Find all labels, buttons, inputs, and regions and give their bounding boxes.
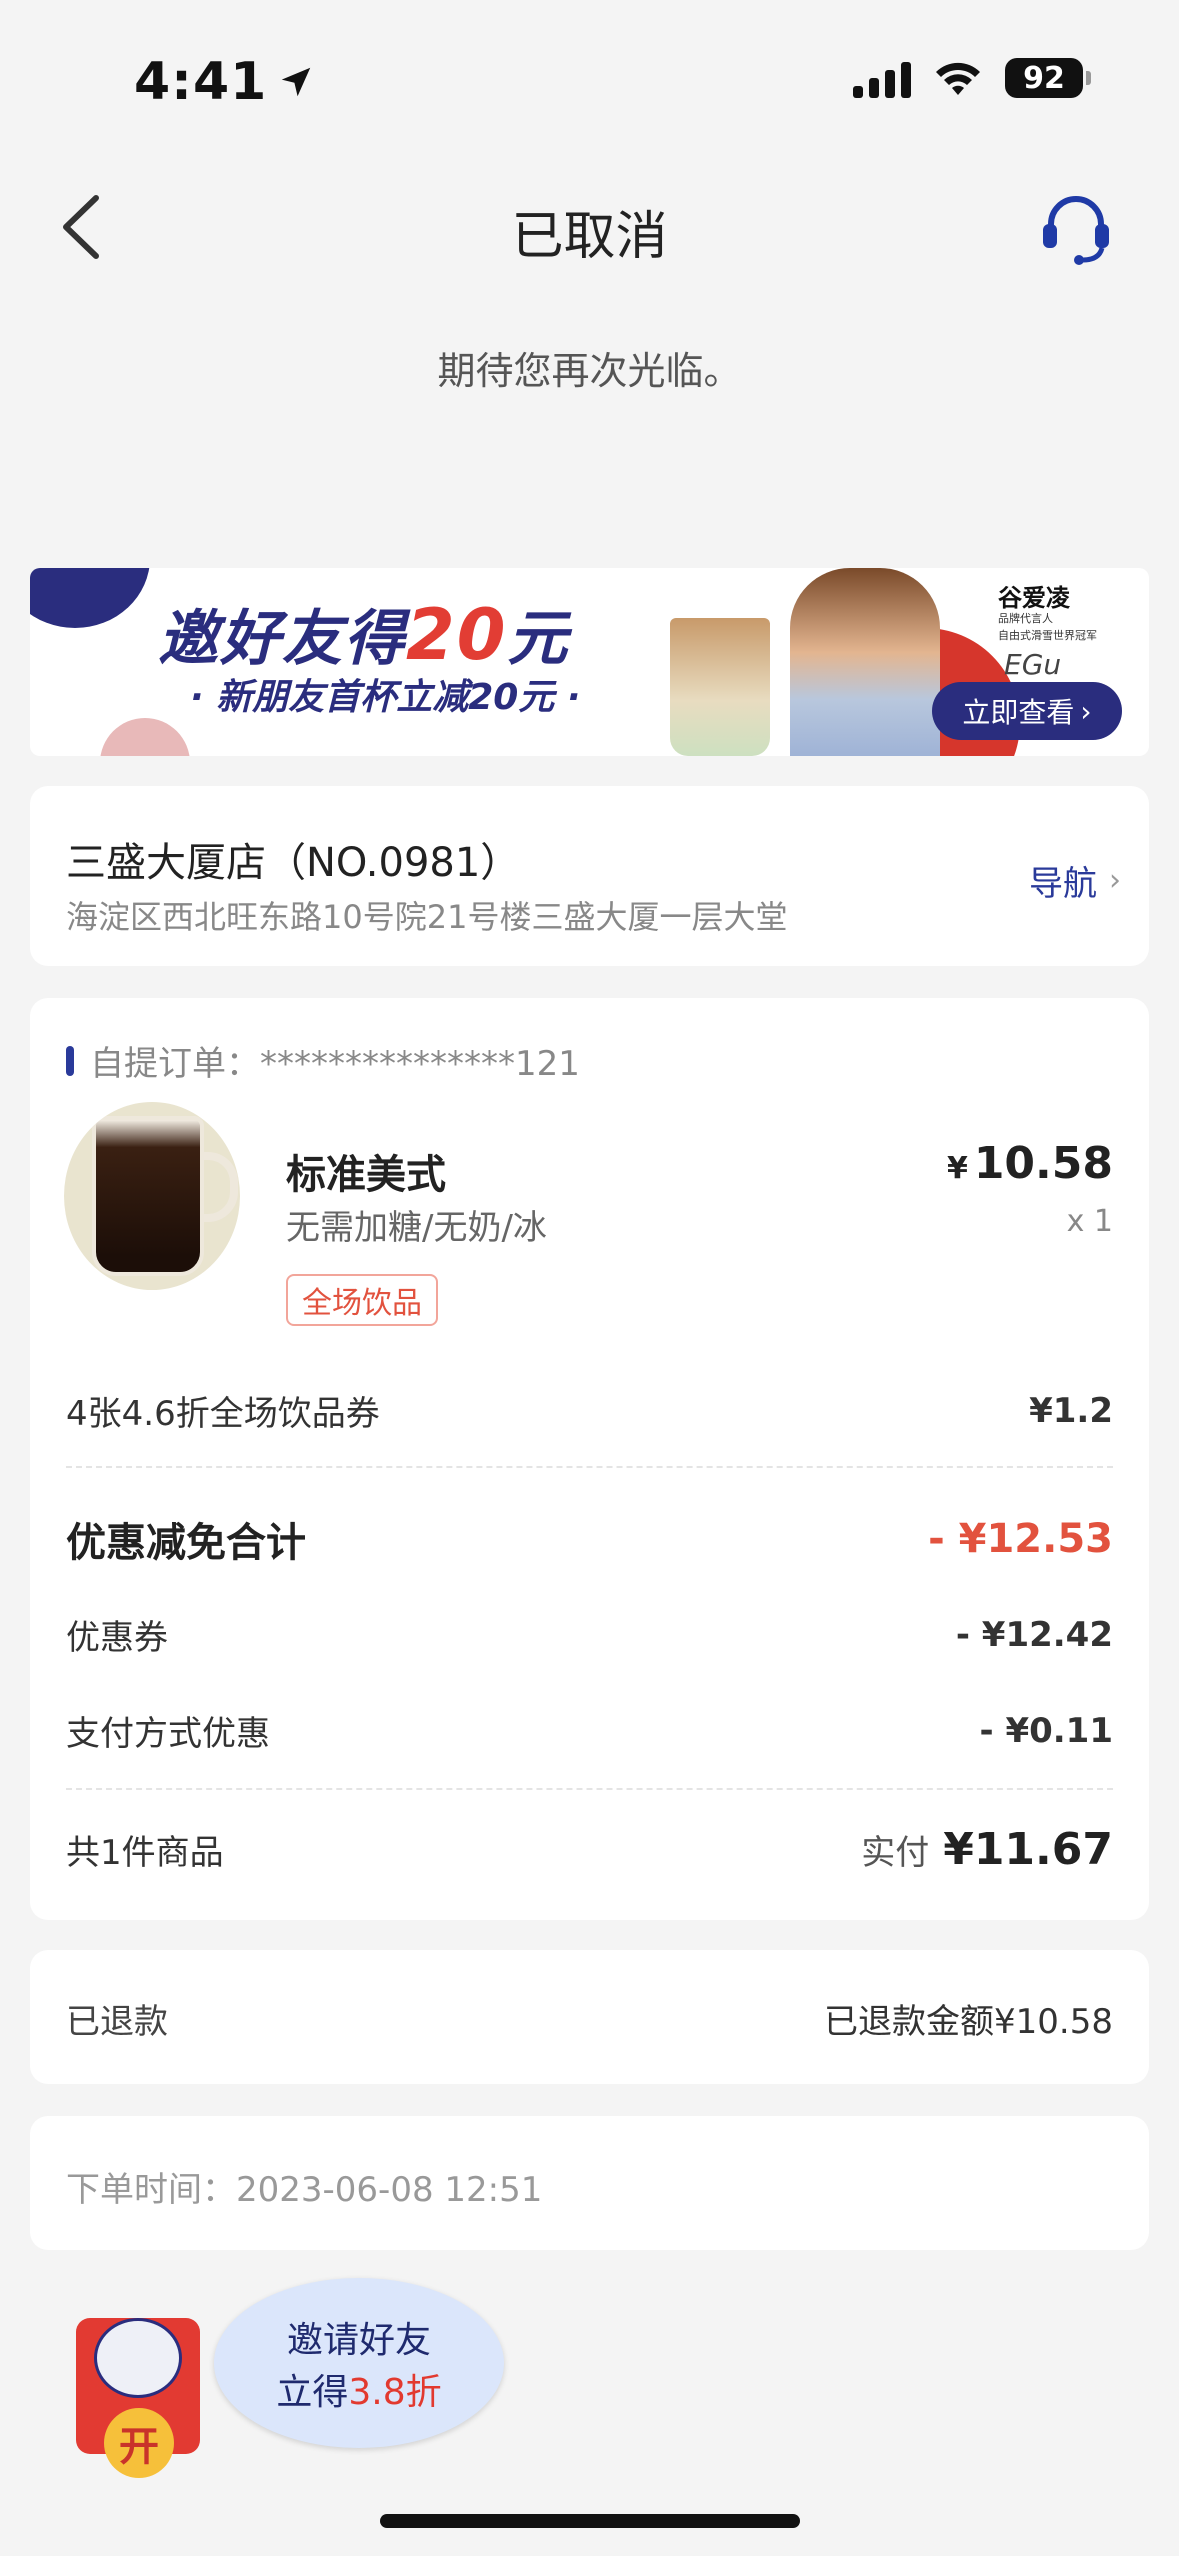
payment-discount-value: - ¥0.11 — [979, 1710, 1114, 1751]
discount-total-row: 优惠减免合计 - ¥12.53 — [66, 1510, 1113, 1568]
location-arrow-icon — [282, 67, 311, 97]
banner-title-prefix: 邀好友得 — [158, 604, 406, 674]
store-card: 三盛大厦店（NO.0981） 海淀区西北旺东路10号院21号楼三盛大厦一层大堂 … — [30, 786, 1149, 966]
banner-drink-image — [670, 618, 770, 756]
banner-decoration — [30, 568, 150, 628]
customer-service-button[interactable] — [1039, 190, 1113, 266]
promo-banner[interactable]: 邀好友得20元 · 新朋友首杯立减20元 · 谷爱凌 品牌代言人 自由式滑雪世界… — [30, 568, 1149, 756]
banner-celebrity-line2: 自由式滑雪世界冠军 — [998, 629, 1097, 642]
battery-icon: 92 — [1005, 58, 1091, 98]
refund-row: 已退款 已退款金额¥10.58 — [66, 1994, 1113, 2043]
currency-symbol: ¥ — [946, 1151, 968, 1186]
refund-amount: 已退款金额¥10.58 — [824, 2002, 1113, 2042]
order-time: 下单时间：2023-06-08 12:51 — [66, 2170, 543, 2210]
item-count-row: 共1件商品 实付 ¥11.67 — [66, 1824, 1113, 1875]
banner-celebrity-title: 品牌代言人 自由式滑雪世界冠军 — [998, 610, 1118, 644]
paid-value: ¥11.67 — [943, 1824, 1113, 1875]
banner-decoration — [100, 718, 190, 756]
banner-celebrity-name: 谷爱凌 — [998, 584, 1070, 612]
product-price-value: 10.58 — [973, 1138, 1113, 1189]
discount-total-value: - ¥12.53 — [928, 1516, 1113, 1562]
invite-line1: 邀请好友 — [286, 2320, 431, 2361]
payment-discount-label: 支付方式优惠 — [66, 1714, 270, 1754]
product-name: 标准美式 — [286, 1152, 446, 1198]
open-coin: 开 — [104, 2408, 174, 2478]
page-title: 已取消 — [511, 207, 668, 267]
product-tag: 全场饮品 — [286, 1274, 438, 1326]
order-id-value: ***************121 — [260, 1044, 580, 1084]
coupon-row: 优惠券 - ¥12.42 — [66, 1610, 1113, 1659]
view-now-label: 立即查看 — [962, 696, 1075, 729]
banner-subtitle: · 新朋友首杯立减20元 · — [190, 677, 581, 718]
divider — [66, 1466, 1113, 1468]
coffee-mug-illustration — [92, 1116, 204, 1276]
divider — [66, 1788, 1113, 1790]
banner-title-amount: 20 — [406, 594, 508, 676]
navigation-label: 导航 — [1029, 864, 1097, 904]
coupon-line-label: 4张4.6折全场饮品券 — [66, 1394, 380, 1434]
invite-line2: 立得3.8折 — [276, 2363, 441, 2415]
red-envelope-icon: 开 — [76, 2318, 200, 2478]
payment-discount-row: 支付方式优惠 - ¥0.11 — [66, 1706, 1113, 1755]
home-indicator — [380, 2514, 800, 2528]
product-price: ¥10.58 — [947, 1138, 1113, 1189]
cellular-signal-icon — [853, 58, 911, 98]
page-subtitle: 期待您再次光临。 — [437, 349, 742, 393]
item-count-label: 共1件商品 — [66, 1833, 224, 1873]
discount-total-label: 优惠减免合计 — [66, 1520, 306, 1566]
banner-celebrity-line1: 品牌代言人 — [998, 612, 1053, 625]
order-id: 自提订单：***************121 — [66, 1036, 580, 1085]
coffee-mug-handle — [200, 1152, 238, 1222]
paid-amount: 实付 ¥11.67 — [861, 1824, 1113, 1875]
coupon-line-value: ¥1.2 — [1029, 1390, 1113, 1431]
order-time-card: 下单时间：2023-06-08 12:51 — [30, 2116, 1149, 2250]
banner-title-suffix: 元 — [507, 604, 570, 674]
battery-level: 92 — [1023, 60, 1065, 96]
banner-signature: EGu — [1004, 648, 1062, 681]
chevron-right-icon: › — [1080, 694, 1092, 728]
invite-friends-widget[interactable]: 开 邀请好友 立得3.8折 — [74, 2268, 504, 2478]
wifi-icon — [936, 62, 980, 95]
banner-celebrity-image — [790, 568, 940, 756]
coupon-line-row: 4张4.6折全场饮品券 ¥1.2 — [66, 1386, 1113, 1435]
mascot-icon — [94, 2318, 182, 2398]
status-time: 4:41 — [134, 52, 315, 112]
product-quantity: x 1 — [1066, 1204, 1113, 1239]
refund-status: 已退款 — [66, 2002, 168, 2042]
invite-discount: 3.8折 — [348, 2372, 442, 2413]
paid-label: 实付 — [861, 1833, 930, 1873]
status-time-text: 4:41 — [134, 52, 268, 112]
product-image — [64, 1102, 240, 1290]
invite-line2-prefix: 立得 — [276, 2372, 349, 2413]
chevron-right-icon: › — [1109, 863, 1121, 898]
product-spec: 无需加糖/无奶/冰 — [286, 1208, 547, 1248]
status-indicators: 92 — [853, 58, 1091, 98]
banner-title: 邀好友得20元 — [158, 590, 569, 677]
store-address: 海淀区西北旺东路10号院21号楼三盛大厦一层大堂 — [66, 898, 788, 936]
order-id-label: 自提订单： — [90, 1044, 260, 1084]
coupon-value: - ¥12.42 — [955, 1614, 1113, 1655]
refund-card: 已退款 已退款金额¥10.58 — [30, 1950, 1149, 2084]
order-id-marker — [66, 1045, 74, 1076]
coupon-label: 优惠券 — [66, 1618, 168, 1658]
view-now-button[interactable]: 立即查看 › — [932, 682, 1122, 740]
invite-bubble[interactable]: 邀请好友 立得3.8折 — [214, 2278, 504, 2448]
headset-icon — [1043, 196, 1109, 265]
navigation-button[interactable]: 导航 › — [1029, 856, 1121, 905]
order-card: 自提订单：***************121 标准美式 无需加糖/无奶/冰 全… — [30, 998, 1149, 1920]
store-name: 三盛大厦店（NO.0981） — [66, 840, 521, 886]
